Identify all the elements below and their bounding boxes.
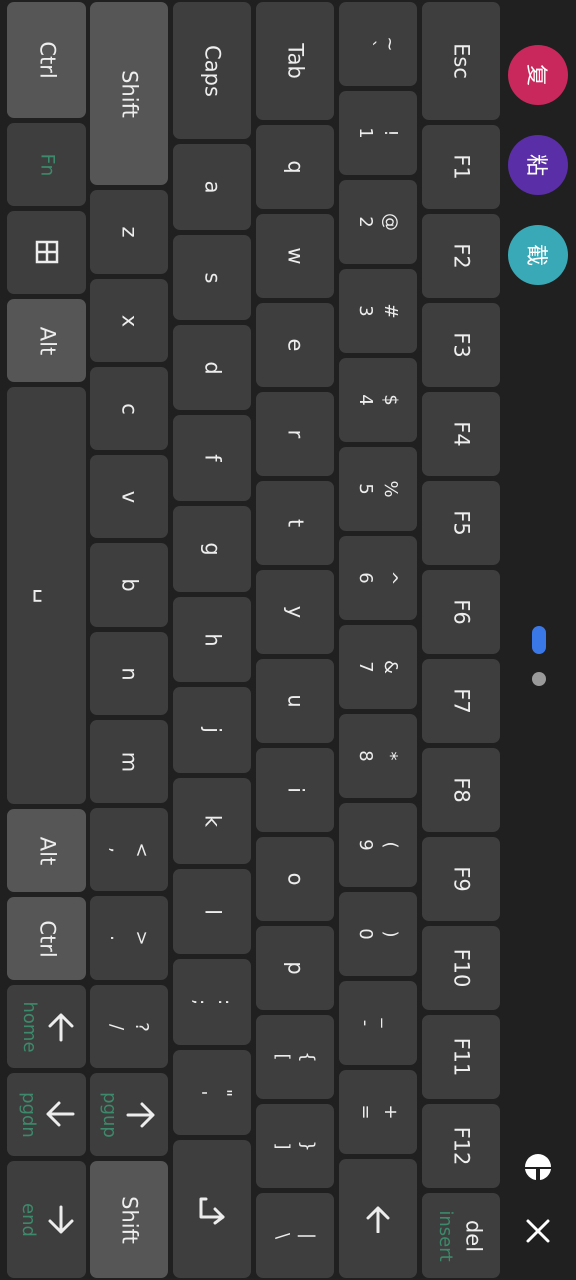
key-shift-left[interactable]: Shift [90,2,168,185]
key-3[interactable]: # 3 [339,269,417,353]
key-arrow-left[interactable]: home [7,985,86,1068]
key-b[interactable]: b [90,543,168,627]
key-semicolon[interactable]: : ; [173,959,251,1045]
key-2[interactable]: @ 2 [339,180,417,264]
key-o[interactable]: o [256,837,334,921]
key-4[interactable]: $ 4 [339,358,417,442]
key-comma[interactable]: < , [90,808,168,891]
key-y[interactable]: y [256,570,334,654]
windows-icon [35,240,59,264]
key-n[interactable]: n [90,632,168,715]
key-ctrl-left[interactable]: Ctrl [7,2,86,118]
key-f1[interactable]: F1 [422,125,500,209]
key-shift-right[interactable]: Shift [90,1161,168,1278]
key-caps[interactable]: Caps [173,2,251,139]
key-f7[interactable]: F7 [422,659,500,743]
key-j[interactable]: j [173,687,251,773]
key-ctrl-right[interactable]: Ctrl [7,897,86,980]
copy-button[interactable]: 复 [508,45,568,105]
key-arrow-right[interactable]: end [7,1161,86,1278]
key-period[interactable]: > . [90,896,168,980]
key-f8[interactable]: F8 [422,748,500,832]
key-u[interactable]: u [256,659,334,743]
key-slash[interactable]: ? / [90,985,168,1068]
key-f11[interactable]: F11 [422,1015,500,1099]
key-f3[interactable]: F3 [422,303,500,387]
key-6[interactable]: ^ 6 [339,536,417,620]
backspace-arrow-icon [366,1206,390,1233]
key-fn[interactable]: Fn [7,123,86,206]
key-m[interactable]: m [90,720,168,803]
key-w[interactable]: w [256,214,334,298]
key-s[interactable]: s [173,235,251,320]
mouse-icon[interactable] [521,1150,555,1184]
key-p[interactable]: p [256,926,334,1010]
key-7[interactable]: & 7 [339,625,417,709]
key-right-bracket[interactable]: } ] [256,1104,334,1188]
key-e[interactable]: e [256,303,334,387]
key-f6[interactable]: F6 [422,570,500,654]
key-f12[interactable]: F12 [422,1104,500,1188]
key-c[interactable]: c [90,367,168,450]
arrow-left-icon [46,1101,75,1127]
key-alt-left[interactable]: Alt [7,299,86,382]
key-f9[interactable]: F9 [422,837,500,921]
arrow-up-icon [48,1013,74,1042]
arrow-right-icon [126,1102,155,1128]
key-minus[interactable]: _ - [339,981,417,1065]
key-5[interactable]: % 5 [339,447,417,531]
key-backslash[interactable]: | \ [256,1193,334,1278]
key-i[interactable]: i [256,748,334,832]
key-d[interactable]: d [173,325,251,410]
key-l[interactable]: l [173,869,251,954]
key-8[interactable]: * 8 [339,714,417,798]
key-q[interactable]: q [256,125,334,209]
key-a[interactable]: a [173,144,251,230]
page-indicator-inactive [532,672,546,686]
key-f5[interactable]: F5 [422,481,500,565]
key-backtick[interactable]: ~ ` [339,2,417,86]
key-enter[interactable] [173,1140,251,1278]
key-backspace[interactable] [339,1159,417,1278]
key-g[interactable]: g [173,506,251,592]
key-9[interactable]: ( 9 [339,803,417,887]
key-left-bracket[interactable]: { [ [256,1015,334,1099]
key-f2[interactable]: F2 [422,214,500,298]
key-esc[interactable]: Esc [422,2,500,120]
key-z[interactable]: z [90,190,168,274]
key-del[interactable]: del insert [422,1193,500,1278]
key-1[interactable]: ! 1 [339,91,417,175]
key-k[interactable]: k [173,778,251,864]
key-space[interactable]: ␣ [7,387,86,804]
arrow-down-icon [48,1205,74,1234]
key-tab[interactable]: Tab [256,2,334,120]
page-indicator-active [532,626,546,654]
key-arrow-up[interactable]: pgup [90,1073,168,1156]
key-equal[interactable]: + = [339,1070,417,1154]
cut-button[interactable]: 截 [508,225,568,285]
key-alt-right[interactable]: Alt [7,809,86,892]
key-f4[interactable]: F4 [422,392,500,476]
key-quote[interactable]: " ' [173,1050,251,1135]
key-r[interactable]: r [256,392,334,476]
close-icon[interactable] [524,1217,552,1245]
key-h[interactable]: h [173,597,251,682]
paste-button[interactable]: 粘 [508,135,568,195]
key-f[interactable]: f [173,415,251,501]
key-f10[interactable]: F10 [422,926,500,1010]
enter-icon [199,1197,225,1225]
key-v[interactable]: v [90,455,168,538]
key-t[interactable]: t [256,481,334,565]
key-x[interactable]: x [90,279,168,362]
key-windows[interactable] [7,211,86,294]
key-0[interactable]: ) 0 [339,892,417,976]
key-arrow-down[interactable]: pgdn [7,1073,86,1156]
